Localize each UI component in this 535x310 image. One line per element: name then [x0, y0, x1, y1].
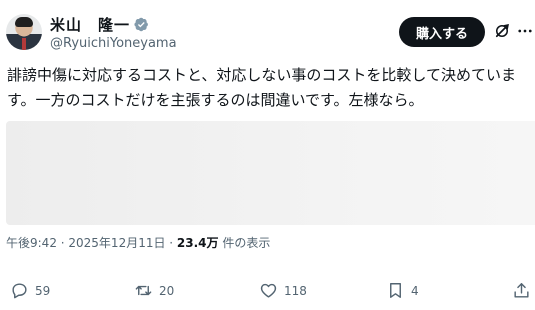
heart-icon	[260, 283, 277, 298]
author-name-text: 米山 隆一	[50, 16, 131, 34]
avatar-tie	[22, 38, 26, 50]
view-count-suffix: 件の表示	[218, 236, 271, 250]
post-timestamp[interactable]: 午後9:42 · 2025年12月11日 ·	[6, 236, 177, 250]
repost-count: 20	[159, 283, 175, 298]
author-handle[interactable]: @RyuichiYoneyama	[50, 36, 177, 51]
view-count: 23.4万	[176, 236, 219, 250]
share-button[interactable]	[512, 281, 531, 300]
post-media[interactable]	[6, 121, 535, 225]
share-icon	[514, 283, 529, 298]
avatar-hair	[15, 17, 33, 27]
post-text: 誹謗中傷に対応するコストと、対応しない事のコストを比較して決めています。一方のコ…	[7, 66, 516, 109]
reply-count: 59	[35, 283, 51, 298]
buy-button[interactable]: 購入する	[399, 17, 485, 47]
verified-badge-icon	[134, 17, 148, 32]
more-horizontal-icon[interactable]	[516, 22, 534, 40]
repost-icon	[135, 285, 152, 296]
like-count: 118	[284, 283, 307, 298]
bookmark-count: 4	[411, 283, 419, 298]
author-display-name[interactable]: 米山 隆一	[50, 14, 149, 35]
post-meta: 午後9:42 · 2025年12月11日 · 23.4万 件の表示	[6, 234, 270, 251]
bookmark-button[interactable]: 4	[386, 281, 419, 300]
reply-icon	[12, 283, 27, 299]
bookmark-icon	[390, 283, 401, 298]
reply-button[interactable]: 59	[10, 281, 50, 300]
grok-icon[interactable]	[493, 22, 511, 40]
like-button[interactable]: 118	[259, 281, 307, 300]
action-bar: 59 20 118 4	[0, 281, 535, 303]
repost-button[interactable]: 20	[134, 281, 174, 300]
author-avatar[interactable]	[6, 14, 42, 50]
